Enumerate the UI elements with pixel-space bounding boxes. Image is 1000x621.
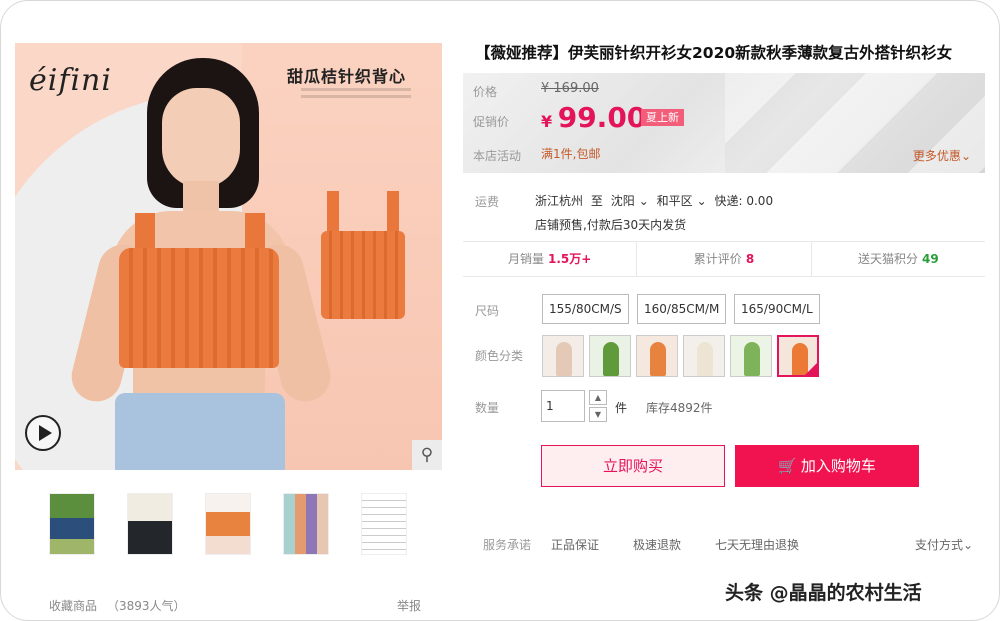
color-swatch-5[interactable] — [730, 335, 772, 377]
cart-icon: 🛒 — [778, 457, 797, 475]
ship-from: 浙江杭州 — [535, 194, 584, 208]
store-activity-value: 满1件,包邮 — [541, 147, 601, 161]
thumbnail-2[interactable] — [127, 493, 173, 555]
currency-symbol: ¥ — [541, 112, 553, 131]
quantity-increment-icon[interactable]: ▲ — [589, 390, 607, 405]
thumbnail-strip — [49, 493, 409, 555]
service-label: 服务承诺 — [483, 538, 532, 552]
selected-check-icon — [805, 363, 817, 375]
thumbnail-1[interactable] — [49, 493, 95, 555]
sale-price-value: 99.00 — [557, 101, 647, 134]
more-offers-link[interactable]: 更多优惠⌄ — [913, 147, 971, 164]
color-swatch-4[interactable] — [683, 335, 725, 377]
model-crop-top — [119, 248, 279, 368]
presale-note: 店铺预售,付款后30天内发货 — [535, 218, 687, 232]
play-video-icon[interactable] — [25, 415, 61, 451]
stats-bar: 月销量 1.5万+ 累计评价 8 送天猫积分 49 — [463, 241, 985, 277]
service-7day-return[interactable]: 七天无理由退换 — [715, 536, 799, 553]
buy-now-button[interactable]: 立即购买 — [541, 445, 725, 487]
new-arrival-badge: 夏上新 — [641, 109, 684, 126]
size-option-l[interactable]: 165/90CM/L — [734, 294, 820, 324]
color-label: 颜色分类 — [475, 349, 524, 363]
chevron-down-icon: ⌄ — [638, 194, 649, 208]
ship-to-city-select[interactable]: 沈阳 ⌄ — [611, 194, 649, 208]
quantity-input[interactable] — [541, 390, 585, 422]
favorite-label: 收藏商品 — [49, 599, 98, 613]
service-fast-refund[interactable]: 极速退款 — [633, 536, 681, 553]
color-swatch-1[interactable] — [542, 335, 584, 377]
magnifier-icon[interactable]: ⚲ — [412, 440, 442, 470]
main-product-image[interactable]: éifini 甜瓜桔针织背心 ⚲ — [15, 43, 442, 470]
model-face — [162, 88, 240, 188]
promo-title: 甜瓜桔针织背心 — [287, 67, 407, 86]
review-count[interactable]: 累计评价 8 — [637, 242, 812, 276]
watermark: 头条 @晶晶的农村生活 — [725, 582, 922, 604]
color-swatch-2[interactable] — [589, 335, 631, 377]
store-activity-label: 本店活动 — [473, 149, 522, 163]
original-price-label: 价格 — [473, 85, 498, 99]
payment-methods[interactable]: 支付方式⌄ — [915, 536, 973, 553]
shipping-line: 浙江杭州 至 沈阳 ⌄ 和平区 ⌄ 快递: 0.00 — [535, 192, 773, 209]
quantity-decrement-icon[interactable]: ▼ — [589, 407, 607, 422]
shipping-fee: 快递: 0.00 — [714, 194, 774, 208]
sale-price: ¥ 99.00 — [541, 101, 646, 134]
original-price: ¥ 169.00 — [541, 81, 599, 96]
thumbnail-5[interactable] — [361, 493, 407, 555]
model-waist — [133, 368, 265, 396]
report-link[interactable]: 举报 — [397, 597, 421, 614]
chevron-down-icon: ⌄ — [696, 194, 707, 208]
thumbnail-4[interactable] — [283, 493, 329, 555]
stock-count: 库存4892件 — [646, 401, 713, 415]
size-option-m[interactable]: 160/85CM/M — [637, 294, 727, 324]
quantity-label: 数量 — [475, 401, 500, 415]
page-frame: éifini 甜瓜桔针织背心 ⚲ 收藏商品 （3893人气） 举报 【薇娅推荐】伊… — [0, 0, 1000, 621]
size-label: 尺码 — [475, 304, 500, 318]
brand-logo: éifini — [29, 63, 112, 98]
service-genuine[interactable]: 正品保证 — [551, 536, 599, 553]
shipping-label: 运费 — [475, 195, 500, 209]
chevron-down-icon: ⌄ — [963, 538, 974, 552]
flat-product-top — [321, 191, 405, 321]
add-to-cart-button[interactable]: 🛒 加入购物车 — [735, 445, 919, 487]
sale-price-label: 促销价 — [473, 115, 510, 129]
monthly-sales: 月销量 1.5万+ — [463, 242, 638, 276]
chevron-down-icon: ⌄ — [960, 149, 971, 163]
model-jeans — [115, 393, 285, 470]
favorite-count: （3893人气） — [107, 599, 186, 613]
quantity-unit: 件 — [615, 401, 628, 415]
ship-to-word: 至 — [590, 194, 603, 208]
thumbnail-3[interactable] — [205, 493, 251, 555]
ship-to-district-select[interactable]: 和平区 ⌄ — [657, 194, 707, 208]
product-title: 【薇娅推荐】伊芙丽针织开衫女2020新款秋季薄款复古外搭针织衫女 — [475, 44, 953, 62]
price-panel: 价格 ¥ 169.00 促销价 ¥ 99.00 夏上新 本店活动 满1件,包邮 … — [463, 73, 985, 173]
size-option-s[interactable]: 155/80CM/S — [542, 294, 629, 324]
promo-subtext-lines — [301, 88, 411, 104]
favorite-item[interactable]: 收藏商品 （3893人气） — [49, 597, 186, 614]
color-swatch-6-selected[interactable] — [777, 335, 819, 377]
tmall-points: 送天猫积分 49 — [857, 252, 939, 266]
color-swatch-3[interactable] — [636, 335, 678, 377]
